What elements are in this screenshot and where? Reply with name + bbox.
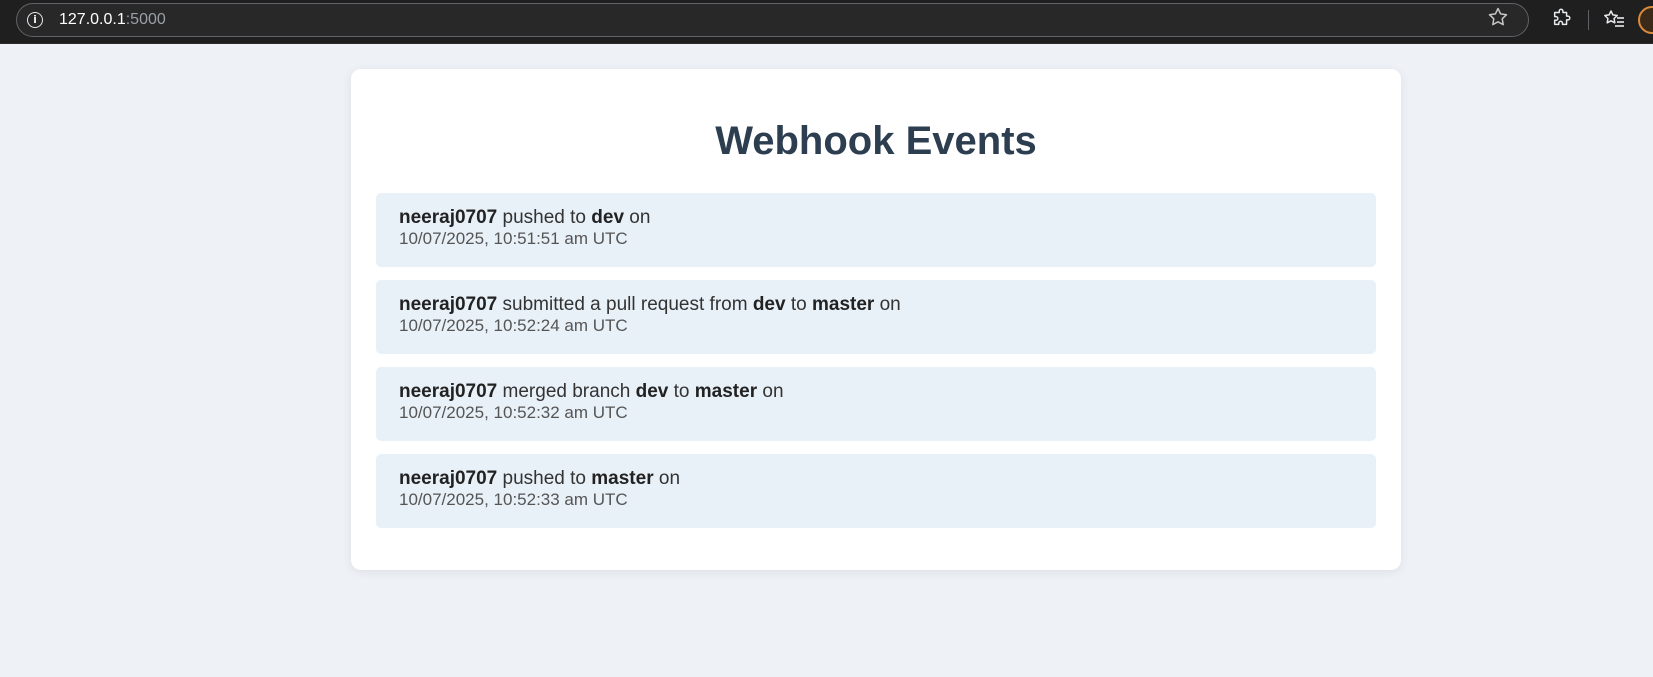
event-connector: to (785, 294, 812, 315)
event-to-branch: master (591, 468, 654, 489)
event-to-branch: master (694, 381, 758, 402)
toolbar-divider (1588, 10, 1589, 30)
event-author: neeraj0707 (399, 381, 498, 402)
profile-avatar-icon[interactable] (1638, 6, 1653, 34)
event-item: neeraj0707 merged branch dev to master o… (376, 367, 1376, 441)
event-item: neeraj0707 pushed to master on 10/07/202… (376, 454, 1376, 528)
url-host: 127.0.0.1 (59, 11, 126, 28)
events-card: Webhook Events neeraj0707 pushed to dev … (351, 69, 1401, 570)
event-action: submitted a pull request from (497, 294, 753, 315)
url-port: :5000 (125, 11, 166, 28)
url-text[interactable]: 127.0.0.1:5000 (59, 11, 166, 29)
event-list: neeraj0707 pushed to dev on 10/07/2025, … (376, 193, 1376, 528)
event-suffix: on (653, 468, 681, 489)
browser-toolbar: i 127.0.0.1:5000 (0, 0, 1653, 44)
event-timestamp: 10/07/2025, 10:51:51 am UTC (399, 229, 628, 248)
info-icon[interactable]: i (27, 12, 43, 28)
puzzle-icon[interactable] (1551, 7, 1573, 29)
page-title: Webhook Events (715, 119, 1037, 163)
event-description: neeraj0707 pushed to master on (399, 468, 1353, 490)
event-suffix: on (874, 294, 901, 315)
event-from-branch: dev (635, 381, 669, 402)
event-to-branch: dev (591, 207, 625, 228)
event-action: pushed to (497, 468, 592, 489)
address-bar[interactable]: i 127.0.0.1:5000 (16, 3, 1529, 37)
event-suffix: on (757, 381, 784, 402)
event-item: neeraj0707 pushed to dev on 10/07/2025, … (376, 193, 1376, 267)
event-suffix: on (624, 207, 651, 228)
star-icon[interactable] (1486, 5, 1510, 29)
event-action: pushed to (497, 207, 592, 228)
event-from-branch: dev (752, 294, 786, 315)
event-timestamp: 10/07/2025, 10:52:24 am UTC (399, 316, 628, 335)
event-timestamp: 10/07/2025, 10:52:33 am UTC (399, 490, 628, 509)
favorites-list-icon[interactable] (1602, 7, 1626, 31)
event-timestamp: 10/07/2025, 10:52:32 am UTC (399, 403, 628, 422)
event-description: neeraj0707 submitted a pull request from… (399, 294, 1353, 316)
event-action: merged branch (497, 381, 636, 402)
event-author: neeraj0707 (399, 207, 498, 228)
event-description: neeraj0707 merged branch dev to master o… (399, 381, 1353, 403)
event-author: neeraj0707 (399, 294, 498, 315)
event-item: neeraj0707 submitted a pull request from… (376, 280, 1376, 354)
event-author: neeraj0707 (399, 468, 498, 489)
event-connector: to (668, 381, 695, 402)
event-description: neeraj0707 pushed to dev on (399, 207, 1353, 229)
event-to-branch: master (811, 294, 875, 315)
